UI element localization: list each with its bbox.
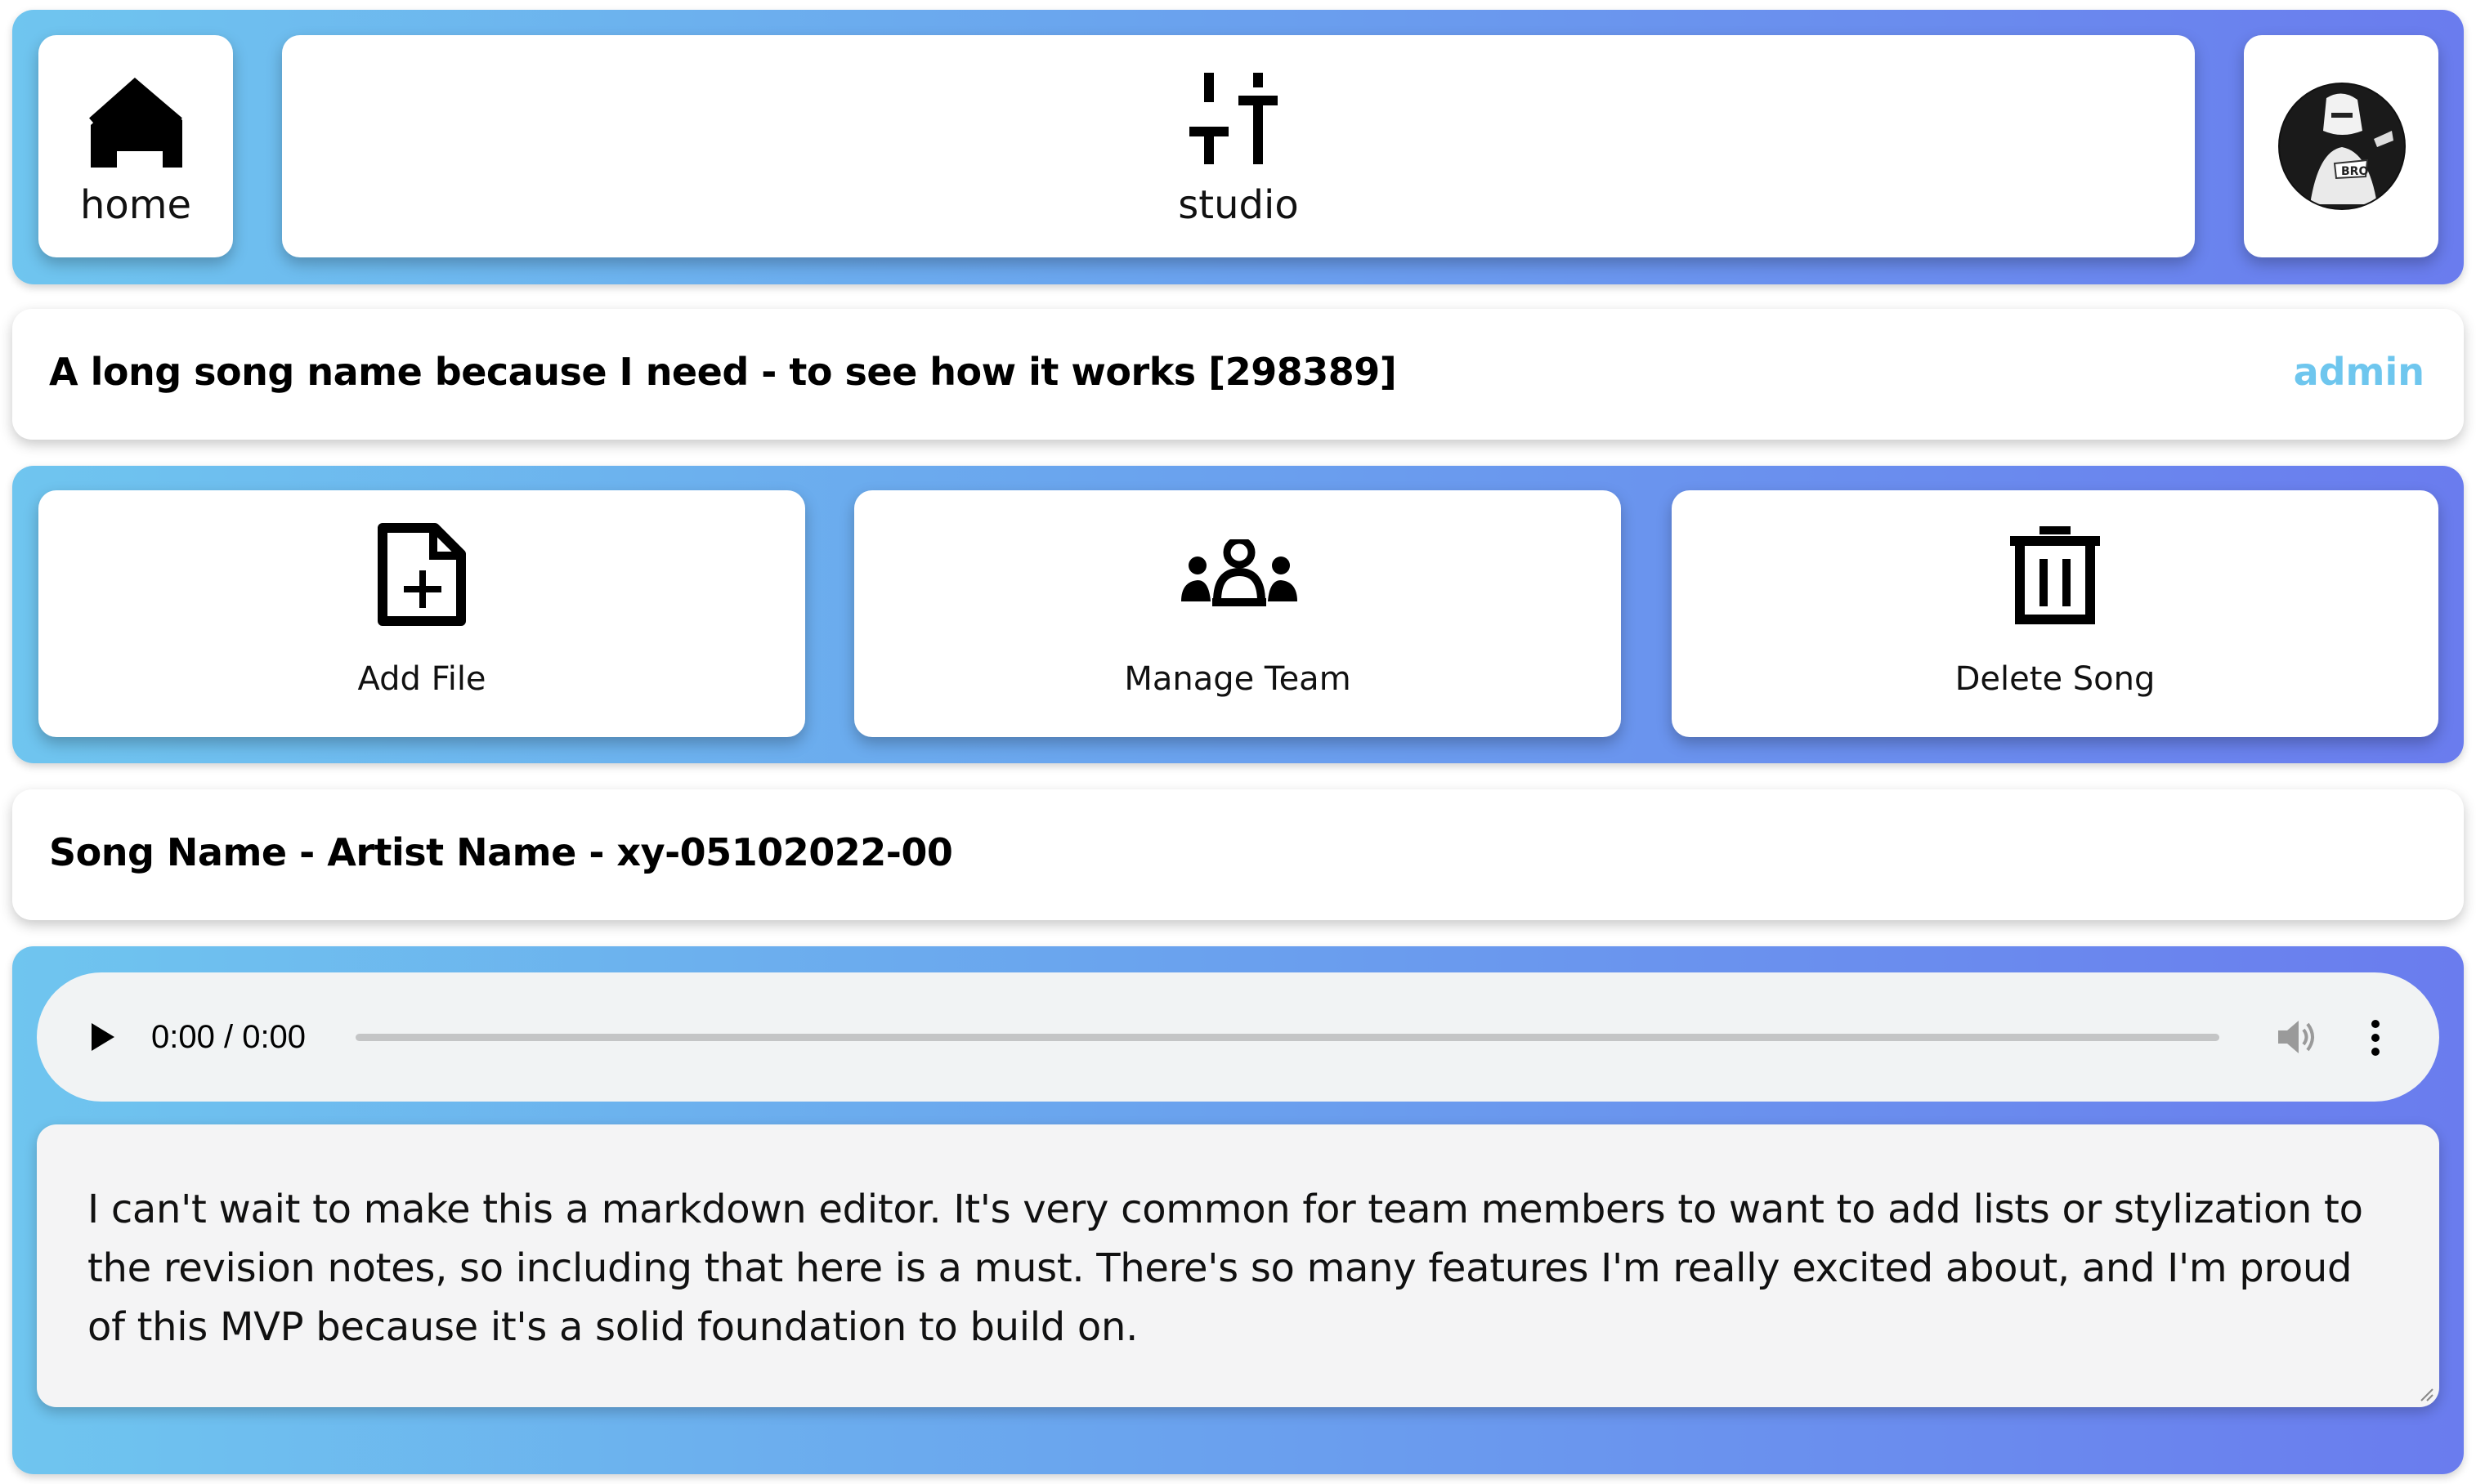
- add-file-button[interactable]: Add File: [38, 490, 805, 737]
- song-title-bar: A long song name because I need - to see…: [12, 309, 2464, 440]
- user-role-label: admin: [2293, 350, 2425, 394]
- home-label: home: [79, 182, 192, 228]
- user-avatar: BRO: [2278, 83, 2406, 210]
- trash-icon: [2010, 526, 2100, 624]
- song-title: A long song name because I need - to see…: [49, 350, 1397, 394]
- progress-track[interactable]: [356, 1034, 2219, 1041]
- home-icon: [89, 78, 182, 168]
- file-name: Song Name - Artist Name - xy-05102022-00: [49, 830, 953, 874]
- sliders-icon: [1189, 73, 1278, 164]
- studio-label: studio: [1178, 182, 1299, 228]
- time-display: 0:00 / 0:00: [151, 1019, 307, 1055]
- home-nav-button[interactable]: home: [38, 35, 233, 257]
- file-plus-icon: [378, 523, 466, 626]
- manage-team-label: Manage Team: [1124, 660, 1351, 698]
- play-icon[interactable]: [92, 1023, 114, 1051]
- revision-notes-text: I can't wait to make this a markdown edi…: [87, 1187, 2363, 1350]
- svg-text:BRO: BRO: [2341, 165, 2368, 178]
- team-icon: [1181, 539, 1297, 606]
- volume-icon[interactable]: [2277, 1018, 2319, 1056]
- add-file-label: Add File: [357, 660, 486, 698]
- studio-nav-button[interactable]: studio: [282, 35, 2195, 257]
- revision-notes-textarea[interactable]: I can't wait to make this a markdown edi…: [37, 1124, 2439, 1407]
- resize-handle-icon[interactable]: [2418, 1386, 2434, 1402]
- delete-song-button[interactable]: Delete Song: [1672, 490, 2438, 737]
- delete-song-label: Delete Song: [1954, 660, 2156, 698]
- file-name-bar: Song Name - Artist Name - xy-05102022-00: [12, 789, 2464, 920]
- more-options-icon[interactable]: [2363, 1018, 2388, 1057]
- profile-button[interactable]: BRO: [2244, 35, 2438, 257]
- manage-team-button[interactable]: Manage Team: [854, 490, 1621, 737]
